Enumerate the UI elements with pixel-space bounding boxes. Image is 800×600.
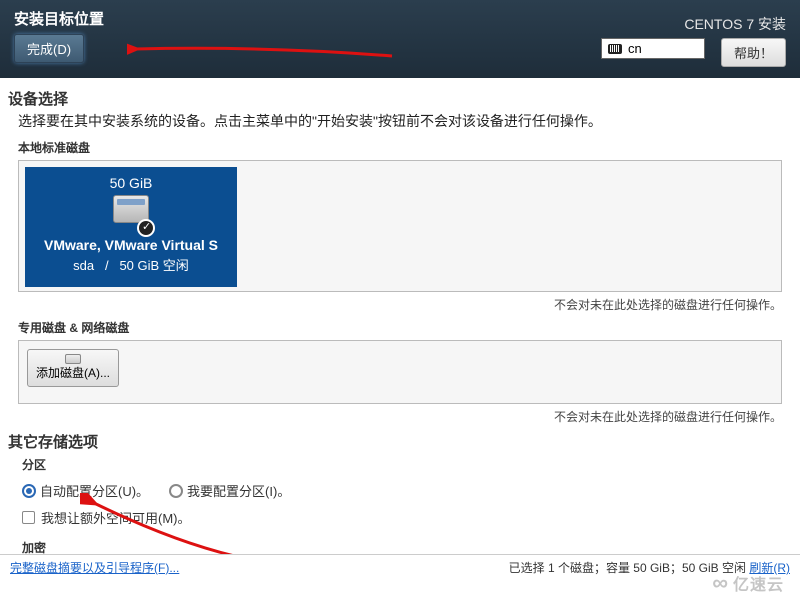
keyboard-layout-code: cn bbox=[628, 41, 642, 56]
watermark: ∞ 亿速云 bbox=[712, 570, 784, 596]
radio-manual-partition[interactable]: 我要配置分区(I)。 bbox=[169, 481, 290, 500]
device-selection-heading: 设备选择 bbox=[8, 88, 792, 109]
status-bar: 完整磁盘摘要以及引导程序(F)... 已选择 1 个磁盘；容量 50 GiB；5… bbox=[0, 554, 800, 580]
watermark-text: 亿速云 bbox=[733, 571, 784, 595]
special-disks-label: 专用磁盘 & 网络磁盘 bbox=[18, 319, 792, 336]
partition-radio-group: 自动配置分区(U)。 我要配置分区(I)。 bbox=[22, 481, 792, 500]
disk-model: VMware, VMware Virtual S bbox=[25, 237, 237, 253]
keyboard-icon bbox=[608, 44, 622, 54]
extra-space-label: 我想让额外空间可用(M)。 bbox=[41, 508, 191, 527]
done-button[interactable]: 完成(D) bbox=[14, 34, 84, 63]
help-button[interactable]: 帮助！ bbox=[721, 38, 786, 67]
keyboard-layout-selector[interactable]: cn bbox=[601, 38, 705, 59]
local-disks-label: 本地标准磁盘 bbox=[18, 139, 792, 156]
selected-check-icon bbox=[137, 219, 155, 237]
radio-auto-label: 自动配置分区(U)。 bbox=[40, 481, 149, 500]
extra-space-row[interactable]: 我想让额外空间可用(M)。 bbox=[22, 508, 792, 527]
radio-icon-unchecked bbox=[169, 484, 183, 498]
full-disk-summary-link[interactable]: 完整磁盘摘要以及引导程序(F)... bbox=[10, 559, 179, 576]
disk-small-icon bbox=[65, 354, 81, 364]
special-disks-container: 添加磁盘(A)... bbox=[18, 340, 782, 404]
device-selection-description: 选择要在其中安装系统的设备。点击主菜单中的"开始安装"按钮前不会对该设备进行任何… bbox=[18, 111, 792, 131]
page-title: 安装目标位置 bbox=[14, 8, 786, 29]
partition-label: 分区 bbox=[22, 456, 792, 473]
main-content: 设备选择 选择要在其中安装系统的设备。点击主菜单中的"开始安装"按钮前不会对该设… bbox=[0, 78, 800, 560]
radio-manual-label: 我要配置分区(I)。 bbox=[187, 481, 290, 500]
disk-card-sda[interactable]: 50 GiB VMware, VMware Virtual S sda / 50… bbox=[25, 167, 237, 287]
disk-details: sda / 50 GiB 空闲 bbox=[25, 255, 237, 274]
product-title: CENTOS 7 安装 bbox=[684, 14, 786, 34]
infinity-icon: ∞ bbox=[712, 570, 729, 596]
unselected-disks-note-1: 不会对未在此处选择的磁盘进行任何操作。 bbox=[8, 296, 782, 313]
installer-header: 安装目标位置 完成(D) CENTOS 7 安装 cn 帮助！ bbox=[0, 0, 800, 78]
radio-auto-partition[interactable]: 自动配置分区(U)。 bbox=[22, 481, 149, 500]
add-disk-label: 添加磁盘(A)... bbox=[36, 366, 110, 382]
other-storage-heading: 其它存储选项 bbox=[8, 431, 792, 452]
local-disks-container: 50 GiB VMware, VMware Virtual S sda / 50… bbox=[18, 160, 782, 292]
radio-icon-checked bbox=[22, 484, 36, 498]
checkbox-icon bbox=[22, 511, 35, 524]
add-disk-button[interactable]: 添加磁盘(A)... bbox=[27, 349, 119, 387]
annotation-arrow-done bbox=[127, 38, 397, 68]
disk-size: 50 GiB bbox=[25, 175, 237, 191]
unselected-disks-note-2: 不会对未在此处选择的磁盘进行任何操作。 bbox=[8, 408, 782, 425]
